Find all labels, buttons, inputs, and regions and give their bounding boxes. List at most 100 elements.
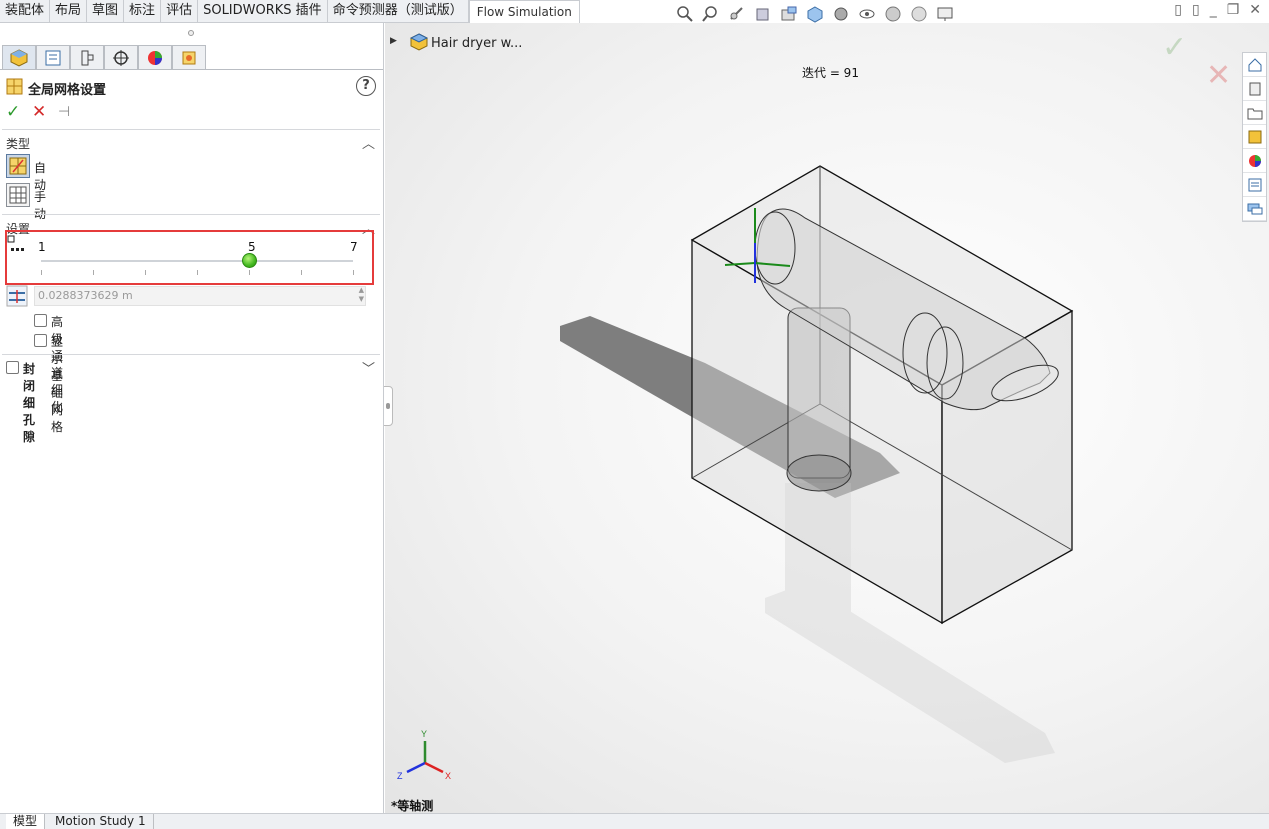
checkbox-box[interactable] bbox=[34, 314, 47, 327]
tab-configuration-manager[interactable] bbox=[70, 45, 104, 69]
global-axis-triad bbox=[406, 741, 444, 774]
zoom-to-fit-icon[interactable] bbox=[675, 5, 695, 23]
section-divider bbox=[2, 214, 380, 215]
ok-button[interactable]: ✓ bbox=[6, 103, 20, 121]
minimize-icon[interactable]: _ bbox=[1210, 2, 1217, 18]
level-slider-highlight: 1 5 7 bbox=[5, 230, 374, 285]
tab-assembly[interactable]: 装配体 bbox=[0, 0, 51, 23]
slider-tick bbox=[301, 270, 302, 275]
tab-flow-simulation-manager[interactable] bbox=[172, 45, 206, 69]
slider-max-label: 7 bbox=[350, 240, 358, 254]
tab-solidworks-addins[interactable]: SOLIDWORKS 插件 bbox=[198, 0, 328, 23]
tab-motion-study-1[interactable]: Motion Study 1 bbox=[48, 814, 154, 829]
manager-tabs bbox=[2, 45, 206, 69]
restore-pane-icon[interactable]: ▯ bbox=[1174, 2, 1182, 18]
checkbox-label: 封闭细孔隙 bbox=[23, 362, 36, 444]
chevron-down-icon[interactable]: ﹀ bbox=[362, 358, 375, 377]
property-manager-panel: 全局网格设置 ? ✓ ✕ ⊣ 类型 ︿ 自动 手动 设置 ︿ 1 5 7 0.0… bbox=[0, 23, 384, 813]
page-title: 全局网格设置 bbox=[28, 83, 107, 98]
tile-pane-icon[interactable]: ▯ bbox=[1192, 2, 1200, 18]
view-orientation-icon[interactable] bbox=[805, 5, 825, 23]
tab-evaluate[interactable]: 评估 bbox=[161, 0, 199, 23]
view-settings-icon[interactable] bbox=[935, 5, 955, 23]
appearances-icon[interactable] bbox=[1243, 149, 1266, 173]
cancel-button[interactable]: ✕ bbox=[32, 103, 46, 121]
command-manager-tabs: 装配体 布局 草图 标注 评估 SOLIDWORKS 插件 命令预测器（测试版）… bbox=[0, 0, 580, 23]
pin-button[interactable]: ⊣ bbox=[58, 103, 70, 121]
checkbox-box[interactable] bbox=[34, 334, 47, 347]
forum-icon[interactable] bbox=[1243, 197, 1266, 221]
tab-sketch[interactable]: 草图 bbox=[87, 0, 125, 23]
level-slider-thumb[interactable] bbox=[242, 253, 257, 268]
confirm-corner-ok-icon[interactable]: ✓ bbox=[1162, 30, 1187, 65]
tab-command-predictor[interactable]: 命令预测器（测试版） bbox=[328, 0, 469, 23]
panel-grip-icon[interactable] bbox=[188, 30, 194, 36]
view-orientation-label: *等轴测 bbox=[391, 799, 434, 813]
slider-min-label: 1 bbox=[38, 240, 46, 254]
slider-tick bbox=[197, 270, 198, 275]
close-icon[interactable]: ✕ bbox=[1249, 2, 1261, 18]
tab-display-manager[interactable] bbox=[138, 45, 172, 69]
section-divider bbox=[2, 129, 380, 130]
slider-tick bbox=[41, 270, 42, 275]
tab-divider bbox=[0, 69, 383, 70]
help-button[interactable]: ? bbox=[356, 76, 376, 96]
slider-tick bbox=[145, 270, 146, 275]
solidworks-resources-icon[interactable] bbox=[1243, 53, 1266, 77]
task-pane-tabs bbox=[1242, 52, 1267, 222]
view-palette-icon[interactable] bbox=[1243, 125, 1266, 149]
type-section-title: 类型 bbox=[6, 137, 31, 151]
edit-appearance-icon[interactable] bbox=[883, 5, 903, 23]
checkbox-label: 显示基础网格 bbox=[51, 335, 64, 434]
tab-property-manager[interactable] bbox=[36, 45, 70, 69]
previous-view-icon[interactable] bbox=[727, 5, 747, 23]
slider-tick bbox=[249, 270, 250, 275]
property-manager-header: 全局网格设置 ? bbox=[6, 76, 378, 98]
confirm-corner-cancel-icon[interactable]: ✕ bbox=[1206, 58, 1231, 93]
min-gap-size-icon bbox=[6, 285, 28, 307]
apply-scene-icon[interactable] bbox=[909, 5, 929, 23]
tab-model[interactable]: 模型 bbox=[6, 814, 46, 829]
tab-markup[interactable]: 标注 bbox=[124, 0, 162, 23]
tree-item-hair-dryer[interactable]: Hair dryer w... bbox=[431, 36, 522, 51]
custom-properties-icon[interactable] bbox=[1243, 173, 1266, 197]
tab-dimxpert-manager[interactable] bbox=[104, 45, 138, 69]
dynamic-annotation-icon[interactable] bbox=[779, 5, 799, 23]
expand-caret-icon[interactable]: ▶ bbox=[390, 36, 397, 46]
section-view-icon[interactable] bbox=[753, 5, 773, 23]
slider-tick bbox=[93, 270, 94, 275]
file-explorer-icon[interactable] bbox=[1243, 101, 1266, 125]
global-mesh-icon bbox=[6, 78, 23, 95]
section-divider bbox=[2, 354, 380, 355]
tab-layout[interactable]: 布局 bbox=[50, 0, 88, 23]
tab-flow-simulation[interactable]: Flow Simulation bbox=[468, 0, 580, 23]
checkbox-box[interactable] bbox=[6, 361, 19, 374]
axis-z-label: Z bbox=[397, 771, 403, 781]
tab-flow-analysis-tree[interactable] bbox=[2, 45, 36, 69]
window-controls: ▯ ▯ _ ❐ ✕ bbox=[1174, 2, 1261, 18]
axis-y-label: Y bbox=[421, 729, 427, 739]
min-gap-size-input[interactable]: 0.0288373629 m bbox=[34, 286, 366, 306]
zoom-to-area-icon[interactable] bbox=[701, 5, 721, 23]
bottom-tab-bar: 模型 Motion Study 1 bbox=[0, 813, 1269, 829]
graphics-viewport[interactable]: Y Z X bbox=[385, 23, 1269, 813]
model-graphics: Y Z X bbox=[397, 165, 1074, 781]
slider-mid-label: 5 bbox=[248, 240, 256, 254]
heads-up-view-toolbar bbox=[675, 3, 955, 25]
slider-tick bbox=[353, 270, 354, 275]
assembly-icon bbox=[410, 33, 428, 51]
option-manual-label: 手动 bbox=[34, 190, 47, 221]
hide-show-items-icon[interactable] bbox=[857, 5, 877, 23]
refinement-level-icon bbox=[7, 235, 24, 251]
auto-mesh-icon bbox=[6, 154, 30, 178]
manual-mesh-icon bbox=[6, 183, 30, 207]
min-gap-row: 0.0288373629 m ▲ ▼ bbox=[6, 285, 366, 307]
axis-x-label: X bbox=[445, 771, 451, 781]
design-library-icon[interactable] bbox=[1243, 77, 1266, 101]
panel-splitter-handle[interactable] bbox=[383, 386, 393, 426]
level-slider-track[interactable] bbox=[41, 260, 353, 262]
chevron-up-icon[interactable]: ︿ bbox=[362, 133, 375, 152]
restore-icon[interactable]: ❐ bbox=[1227, 2, 1240, 18]
value-spinner[interactable]: ▲ ▼ bbox=[359, 286, 364, 304]
display-style-icon[interactable] bbox=[831, 5, 851, 23]
